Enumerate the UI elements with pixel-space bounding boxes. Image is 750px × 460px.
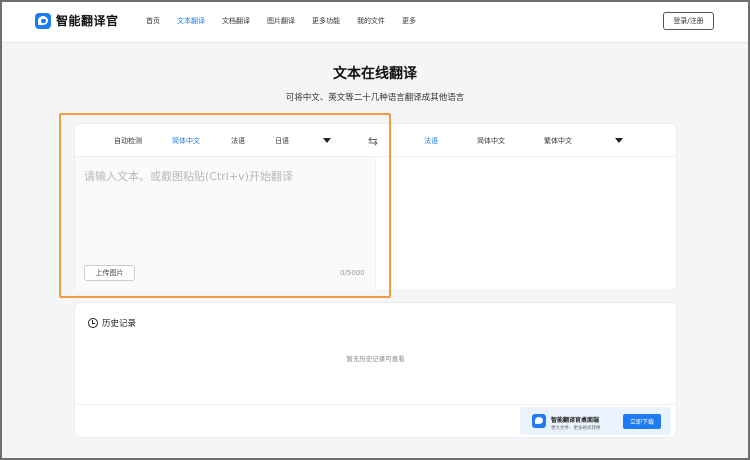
promo-subtitle: 更大文件、更多格式转换 [551, 426, 601, 431]
source-lang-caret-down-icon[interactable] [323, 138, 331, 143]
logo[interactable]: 智能翻译官 [35, 12, 119, 29]
logo-icon [35, 12, 51, 29]
nav-item-document-translate[interactable]: 文档翻译 [222, 16, 250, 26]
target-lang-caret-down-icon[interactable] [615, 138, 623, 143]
source-lang-french[interactable]: 法语 [231, 136, 245, 146]
nav-item-image-translate[interactable]: 图片翻译 [267, 16, 295, 26]
language-bar: 自动检测 简体中文 法语 日语 ⇆ 法语 简体中文 繁体中文 [75, 124, 676, 157]
source-text-input[interactable]: 请输入文本、或截图粘贴(Ctrl+v)开始翻译 上传图片 0/5000 [75, 157, 376, 291]
target-lang-french[interactable]: 法语 [424, 136, 438, 146]
source-lang-auto-detect[interactable]: 自动检测 [114, 136, 142, 146]
desktop-app-promo: 智能翻译官桌面端 更大文件、更多格式转换 立即下载 [520, 407, 671, 435]
page-subtitle: 可将中文、英文等二十几种语言翻译成其他语言 [285, 93, 465, 103]
target-lang-traditional-chinese[interactable]: 繁体中文 [544, 136, 572, 146]
nav-item-more[interactable]: 更多 [402, 16, 416, 26]
nav-item-my-files[interactable]: 我的文件 [357, 16, 385, 26]
swap-languages-icon[interactable]: ⇆ [368, 134, 378, 148]
translator-card: 自动检测 简体中文 法语 日语 ⇆ 法语 简体中文 繁体中文 请输入文本、或截图… [74, 123, 677, 291]
source-lang-simplified-chinese[interactable]: 简体中文 [172, 136, 200, 146]
download-now-button[interactable]: 立即下载 [623, 414, 661, 429]
app-name: 智能翻译官 [56, 14, 119, 28]
history-title: 历史记录 [102, 319, 137, 329]
nav-item-more-features[interactable]: 更多功能 [312, 16, 340, 26]
main-nav: 首页 文本翻译 文档翻译 图片翻译 更多功能 我的文件 更多 [146, 16, 433, 26]
source-input-placeholder: 请输入文本、或截图粘贴(Ctrl+v)开始翻译 [84, 170, 293, 183]
target-lang-simplified-chinese[interactable]: 简体中文 [477, 136, 505, 146]
history-header: 历史记录 [88, 317, 136, 329]
nav-item-home[interactable]: 首页 [146, 16, 160, 26]
page-title: 文本在线翻译 [333, 66, 417, 82]
login-register-button[interactable]: 登录/注册 [663, 12, 714, 30]
top-header: 智能翻译官 首页 文本翻译 文档翻译 图片翻译 更多功能 我的文件 更多 登录/… [0, 0, 750, 43]
nav-item-text-translate[interactable]: 文本翻译 [177, 16, 205, 26]
upload-image-button[interactable]: 上传图片 [84, 265, 135, 281]
history-empty-message: 暂无历史记录可查看 [346, 355, 405, 363]
source-lang-japanese[interactable]: 日语 [275, 136, 289, 146]
promo-title: 智能翻译官桌面端 [551, 417, 600, 424]
character-counter: 0/5000 [340, 269, 365, 277]
desktop-app-logo-icon [532, 414, 546, 428]
history-clock-icon [88, 318, 98, 328]
